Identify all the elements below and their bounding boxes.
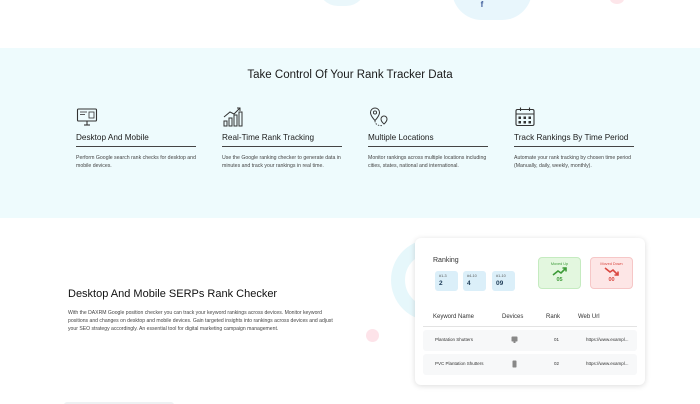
rank-chip-value: 2 [439,280,443,287]
location-pin-icon [369,107,388,127]
facebook-icon[interactable]: f [476,0,488,10]
feature-description: Perform Google search rank checks for de… [76,155,196,169]
moved-down-value: 00 [608,277,615,283]
feature-title: Multiple Locations [368,133,434,142]
mobile-icon [512,360,517,368]
column-header: Web Url [578,314,600,320]
decorative-blob [452,0,532,20]
desktop-icon [76,108,98,126]
rank-chip: #1-3 2 [435,271,458,291]
moved-up-label: Moved Up [550,262,569,266]
ranking-title: Ranking [433,257,459,264]
keyword-cell: PVC Plantation Shutters [435,361,484,366]
moved-up-box: Moved Up 05 [538,257,581,289]
feature-description: Automate your rank tracking by chosen ti… [514,155,632,169]
feature-real-time: Real-Time Rank Tracking Use the Google r… [222,106,344,170]
keyword-cell: Plantation Shutters [435,337,474,342]
ranking-card: Ranking #1-3 2 #4-10 4 #1-10 09 Moved Up… [415,238,645,385]
feature-title: Desktop And Mobile [76,133,149,142]
section-paragraph: With the DAXRM Google position checker y… [68,310,333,332]
feature-desktop-mobile: Desktop And Mobile Perform Google search… [76,106,198,170]
rank-chip-value: 09 [496,280,504,287]
feature-description: Monitor rankings across multiple locatio… [368,155,487,169]
decorative-dot [366,329,379,342]
trend-down-icon [604,267,619,276]
table-row[interactable]: PVC Plantation Shutters 02 https://www.e… [423,354,637,375]
moved-down-box: Moved Down 00 [590,257,633,289]
divider [514,146,634,147]
decorative-blob [318,0,366,6]
feature-title: Real-Time Rank Tracking [222,133,315,142]
serp-section: Desktop And Mobile SERPs Rank Checker Wi… [0,218,700,404]
calendar-icon [515,107,535,127]
page: f Take Control Of Your Rank Tracker Data… [0,0,700,404]
divider [423,326,637,327]
rank-chip-label: #4-10 [467,274,477,278]
rank-chip-label: #1-3 [439,274,447,278]
url-cell: https://www.exampl... [586,337,629,342]
feature-description: Use the Google ranking checker to genera… [222,155,341,169]
divider [76,146,196,147]
rank-chip: #4-10 4 [463,271,486,291]
moved-down-label: Moved Down [600,262,623,266]
features-section: Take Control Of Your Rank Tracker Data D… [0,48,700,218]
divider [368,146,488,147]
feature-title: Track Rankings By Time Period [514,133,629,142]
section-title: Take Control Of Your Rank Tracker Data [247,69,453,81]
growth-chart-icon [223,107,243,127]
rank-cell: 02 [554,361,560,366]
url-cell: https://www.exampl... [586,361,629,366]
table-row[interactable]: Plantation Shutters 01 https://www.examp… [423,330,637,351]
decorative-dot [610,0,624,4]
trend-up-icon [552,267,567,276]
section-heading: Desktop And Mobile SERPs Rank Checker [68,288,278,300]
rank-chip-label: #1-10 [496,274,506,278]
column-header: Rank [546,314,561,320]
desktop-icon [511,336,518,343]
moved-up-value: 05 [556,277,563,283]
feature-time-period: Track Rankings By Time Period Automate y… [514,106,636,170]
column-header: Keyword Name [433,314,475,320]
divider [222,146,342,147]
rank-chip: #1-10 09 [492,271,515,291]
top-strip: f [0,0,700,48]
feature-locations: Multiple Locations Monitor rankings acro… [368,106,490,170]
column-header: Devices [502,314,524,320]
rank-chip-value: 4 [467,280,471,287]
rank-cell: 01 [554,337,560,342]
